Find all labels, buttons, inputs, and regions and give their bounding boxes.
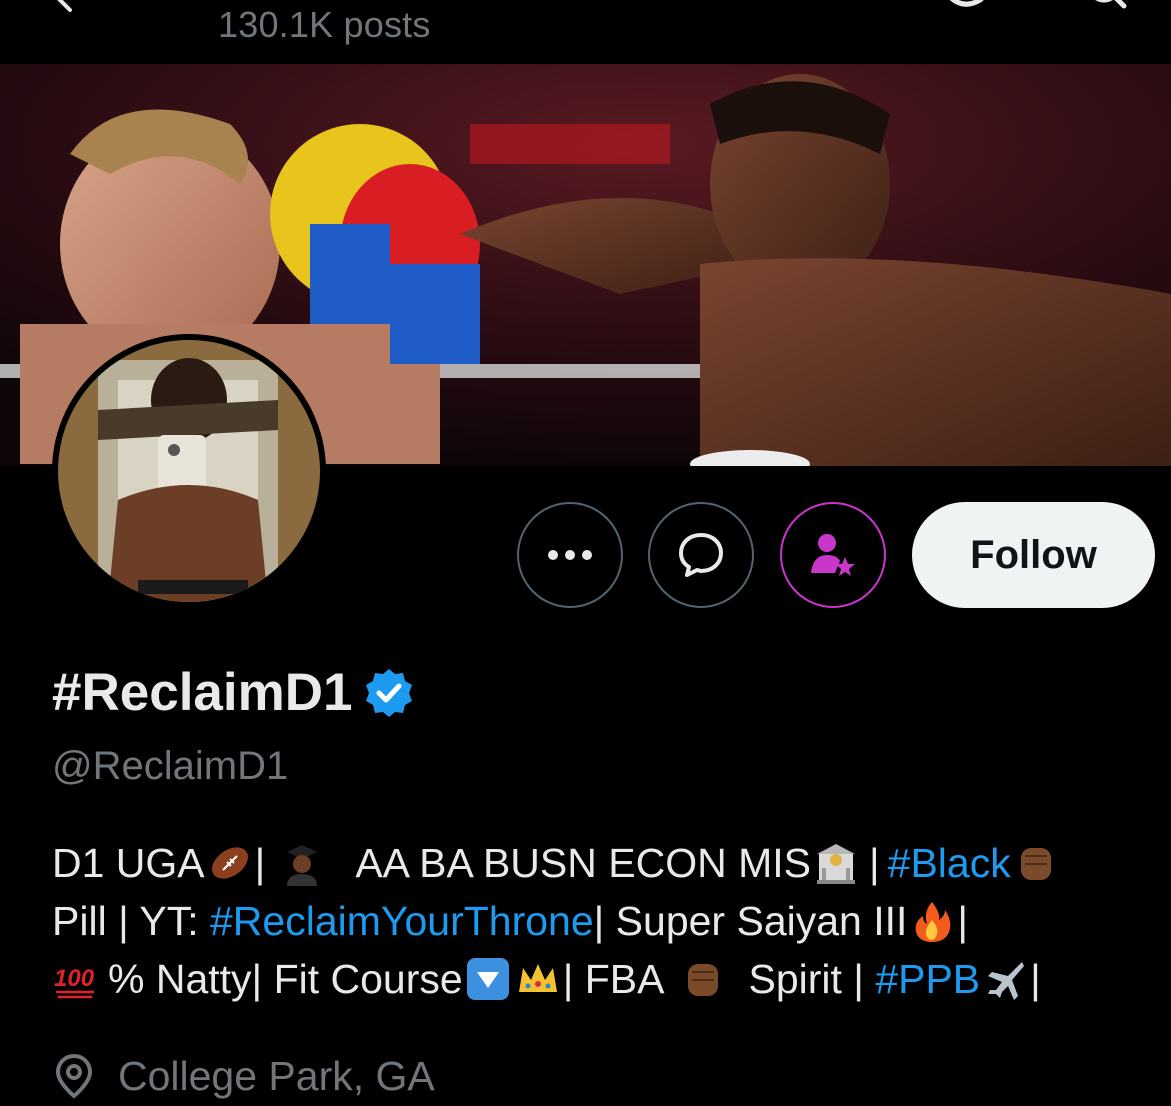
subscribe-icon — [811, 534, 855, 576]
message-button[interactable] — [648, 502, 754, 608]
back-arrow-icon[interactable] — [52, 0, 92, 12]
bio-text: | — [1030, 956, 1041, 1002]
search-icon[interactable] — [1082, 0, 1132, 16]
bio-text: | — [869, 840, 880, 886]
hundred-points-icon: 100 — [54, 965, 95, 999]
message-icon — [679, 533, 723, 577]
bio-text: | Super Saiyan III — [593, 898, 908, 944]
bio-line-1: D1 UGA | AA BA BUSN ECON MIS | #Black — [52, 834, 1152, 892]
raised-fist-icon — [688, 964, 719, 996]
display-name-text: #ReclaimD1 — [52, 663, 353, 722]
profile-location: College Park, GA — [52, 1052, 435, 1100]
bio-text: AA BA BUSN ECON MIS — [355, 840, 811, 886]
profile-bio: D1 UGA | AA BA BUSN ECON MIS | #Black Pi… — [52, 834, 1152, 1008]
airplane-icon — [988, 962, 1025, 1000]
bio-text: Spirit | — [748, 956, 876, 1002]
hashtag-link[interactable]: #PPB — [875, 950, 980, 1008]
posts-count: 130.1K posts — [218, 4, 431, 45]
verified-badge-icon[interactable] — [363, 667, 415, 719]
bio-text: D1 UGA — [52, 840, 205, 886]
down-arrow-button-icon — [466, 958, 509, 1000]
location-text: College Park, GA — [118, 1052, 435, 1099]
bio-text: | — [254, 840, 266, 886]
display-name: #ReclaimD1 — [52, 662, 415, 723]
user-handle: @ReclaimD1 — [52, 744, 289, 788]
top-bar: 130.1K posts — [0, 0, 1171, 64]
svg-text:100: 100 — [54, 965, 95, 992]
subscribe-button[interactable] — [780, 502, 886, 608]
football-icon — [211, 847, 248, 879]
graduate-icon — [287, 845, 318, 886]
bio-line-3: 100 % Natty| Fit Course | FBA Spirit | #… — [52, 950, 1152, 1008]
follow-button[interactable]: Follow — [912, 502, 1155, 608]
bio-text: | FBA — [562, 956, 665, 1002]
bio-text: % Natty| Fit Course — [108, 956, 463, 1002]
bio-text: | — [957, 898, 969, 944]
more-icon — [548, 550, 592, 560]
raised-fist-icon — [1020, 848, 1051, 880]
grok-icon[interactable] — [940, 0, 994, 16]
more-button[interactable] — [517, 502, 623, 608]
hashtag-link[interactable]: #Black — [888, 834, 1011, 892]
bank-icon — [817, 844, 855, 884]
crown-icon — [518, 964, 557, 992]
fire-icon — [916, 902, 951, 942]
hashtag-link[interactable]: #ReclaimYourThrone — [210, 892, 594, 950]
profile-avatar[interactable] — [52, 334, 326, 608]
bio-text: Pill | YT: — [52, 898, 210, 944]
bio-line-2: Pill | YT: #ReclaimYourThrone | Super Sa… — [52, 892, 1152, 950]
location-pin-icon — [55, 1053, 93, 1099]
